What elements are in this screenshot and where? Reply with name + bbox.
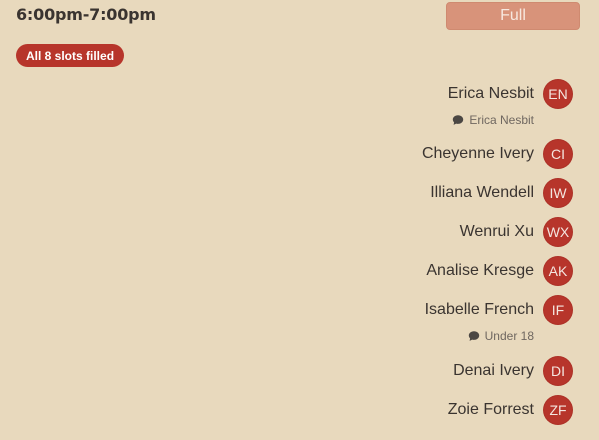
avatar[interactable]: IF — [543, 295, 573, 325]
time-range-title: 6:00pm-7:00pm — [16, 5, 156, 24]
attendee-row[interactable]: Zoie Forrest ZF — [448, 395, 573, 425]
avatar[interactable]: AK — [543, 256, 573, 286]
attendee-name: Illiana Wendell — [430, 184, 534, 201]
attendee-row[interactable]: Isabelle French IF — [425, 295, 573, 325]
attendee-row[interactable]: Wenrui Xu WX — [460, 217, 573, 247]
attendee-row[interactable]: Denai Ivery DI — [453, 356, 573, 386]
attendee-name: Isabelle French — [424, 301, 534, 318]
avatar[interactable]: DI — [543, 356, 573, 386]
attendee-row[interactable]: Illiana Wendell IW — [430, 178, 573, 208]
attendee-row[interactable]: Analise Kresge AK — [426, 256, 573, 286]
comment-icon — [468, 330, 480, 342]
attendee-name: Analise Kresge — [426, 262, 534, 279]
attendee-name: Cheyenne Ivery — [421, 145, 534, 162]
attendee-name: Erica Nesbit — [447, 85, 534, 102]
attendee-note-text: Under 18 — [484, 329, 534, 343]
full-status-button[interactable]: Full — [446, 2, 580, 30]
slot-header: 6:00pm-7:00pm Full — [0, 0, 599, 40]
avatar[interactable]: IW — [543, 178, 573, 208]
attendee-name: Wenrui Xu — [459, 223, 534, 240]
avatar[interactable]: WX — [543, 217, 573, 247]
attendee-row[interactable]: Cheyenne Ivery CI — [422, 139, 573, 169]
slots-filled-badge: All 8 slots filled — [16, 44, 125, 67]
comment-icon — [452, 114, 464, 126]
attendee-note-text: Erica Nesbit — [469, 113, 534, 127]
attendee-name: Denai Ivery — [453, 362, 534, 379]
attendee-note: Erica Nesbit — [452, 112, 534, 128]
avatar[interactable]: EN — [543, 79, 573, 109]
attendee-note: Under 18 — [468, 328, 534, 344]
attendee-row[interactable]: Erica Nesbit EN — [448, 79, 573, 109]
avatar[interactable]: CI — [543, 139, 573, 169]
avatar[interactable]: ZF — [543, 395, 573, 425]
attendee-name: Zoie Forrest — [447, 401, 534, 418]
